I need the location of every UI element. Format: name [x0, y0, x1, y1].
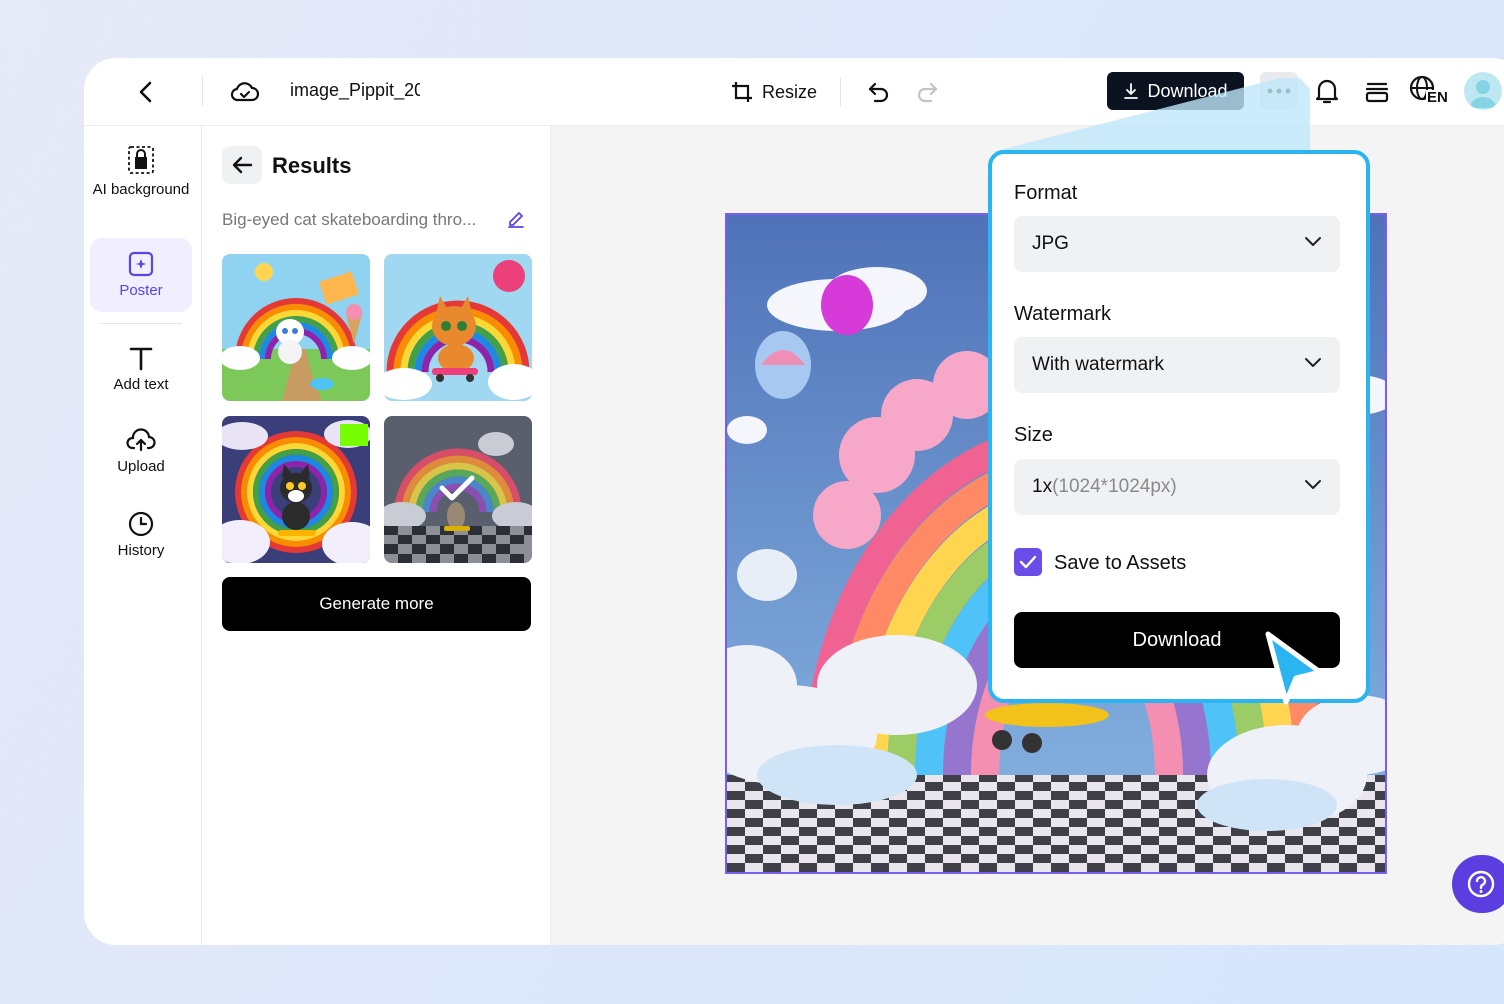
size-select[interactable]: 1x (1024*1024px): [1014, 459, 1340, 515]
result-thumbnail[interactable]: [384, 254, 532, 401]
notification-bell-icon[interactable]: [1310, 74, 1344, 108]
chevron-down-icon: [1305, 480, 1321, 489]
result-thumbnail[interactable]: [222, 254, 370, 401]
chevron-down-icon: [1305, 237, 1321, 246]
size-multiplier: 1x: [1032, 476, 1053, 497]
format-label: Format: [1014, 182, 1078, 204]
divider: [100, 323, 182, 324]
watermark-label: Watermark: [1014, 303, 1112, 325]
rail-item-label: History: [117, 542, 165, 559]
format-value: JPG: [1032, 233, 1069, 254]
prompt-text: Big-eyed cat skateboarding thro...: [222, 210, 477, 229]
history-icon: [90, 510, 192, 538]
resize-icon: [732, 82, 752, 102]
size-label: Size: [1014, 424, 1053, 446]
result-thumbnail-selected[interactable]: [384, 416, 532, 563]
help-button[interactable]: [1452, 855, 1504, 913]
redo-icon[interactable]: [912, 76, 942, 108]
language-globe-icon[interactable]: EN: [1408, 74, 1449, 110]
rail-item-upload[interactable]: Upload: [90, 426, 192, 482]
ai-background-icon: [90, 144, 192, 176]
upload-icon: [90, 426, 192, 454]
resize-label: Resize: [762, 81, 818, 102]
result-thumbnail[interactable]: [222, 416, 370, 563]
divider: [202, 76, 203, 106]
undo-icon[interactable]: [864, 76, 894, 108]
file-title[interactable]: image_Pippit_20: [290, 80, 420, 101]
results-panel: Results Big-eyed cat skateboarding thro.…: [202, 126, 551, 945]
rail-item-label: Add text: [113, 376, 169, 393]
generate-more-button[interactable]: Generate more: [222, 577, 531, 631]
download-options-popover: Format JPG Watermark With watermark Size…: [988, 150, 1370, 703]
rail-item-ai-background[interactable]: AI background: [90, 144, 192, 224]
back-arrow-icon[interactable]: [222, 146, 262, 184]
size-dimensions: (1024*1024px): [1052, 476, 1177, 497]
assets-stack-icon[interactable]: [1360, 74, 1394, 108]
rail-item-label: Poster: [119, 282, 163, 299]
watermark-value: With watermark: [1032, 354, 1164, 375]
save-to-assets-checkbox[interactable]: [1014, 548, 1042, 576]
results-title: Results: [272, 153, 352, 178]
rail-item-label: AI background: [92, 181, 190, 198]
text-icon: [90, 344, 192, 372]
left-tool-rail: AI background Poster Add text Upload His…: [84, 126, 202, 945]
chevron-down-icon: [1305, 358, 1321, 367]
callout-beam: [992, 78, 1310, 152]
rail-item-add-text[interactable]: Add text: [90, 344, 192, 400]
poster-icon: [90, 250, 192, 278]
rail-item-history[interactable]: History: [90, 510, 192, 566]
edit-pencil-icon[interactable]: [506, 208, 528, 230]
divider: [840, 78, 841, 106]
checkmark-icon: [1019, 555, 1037, 569]
watermark-select[interactable]: With watermark: [1014, 337, 1340, 393]
help-question-icon: [1467, 870, 1495, 898]
language-code: EN: [1426, 89, 1449, 106]
save-to-assets-label: Save to Assets: [1054, 552, 1187, 574]
format-select[interactable]: JPG: [1014, 216, 1340, 272]
rail-item-label: Upload: [117, 458, 165, 475]
avatar[interactable]: [1464, 72, 1502, 110]
resize-button[interactable]: Resize: [730, 76, 817, 108]
mouse-pointer-icon: [1265, 631, 1323, 705]
cloud-sync-icon[interactable]: [228, 76, 262, 108]
rail-item-poster[interactable]: Poster: [90, 238, 192, 312]
back-icon[interactable]: [130, 76, 162, 108]
